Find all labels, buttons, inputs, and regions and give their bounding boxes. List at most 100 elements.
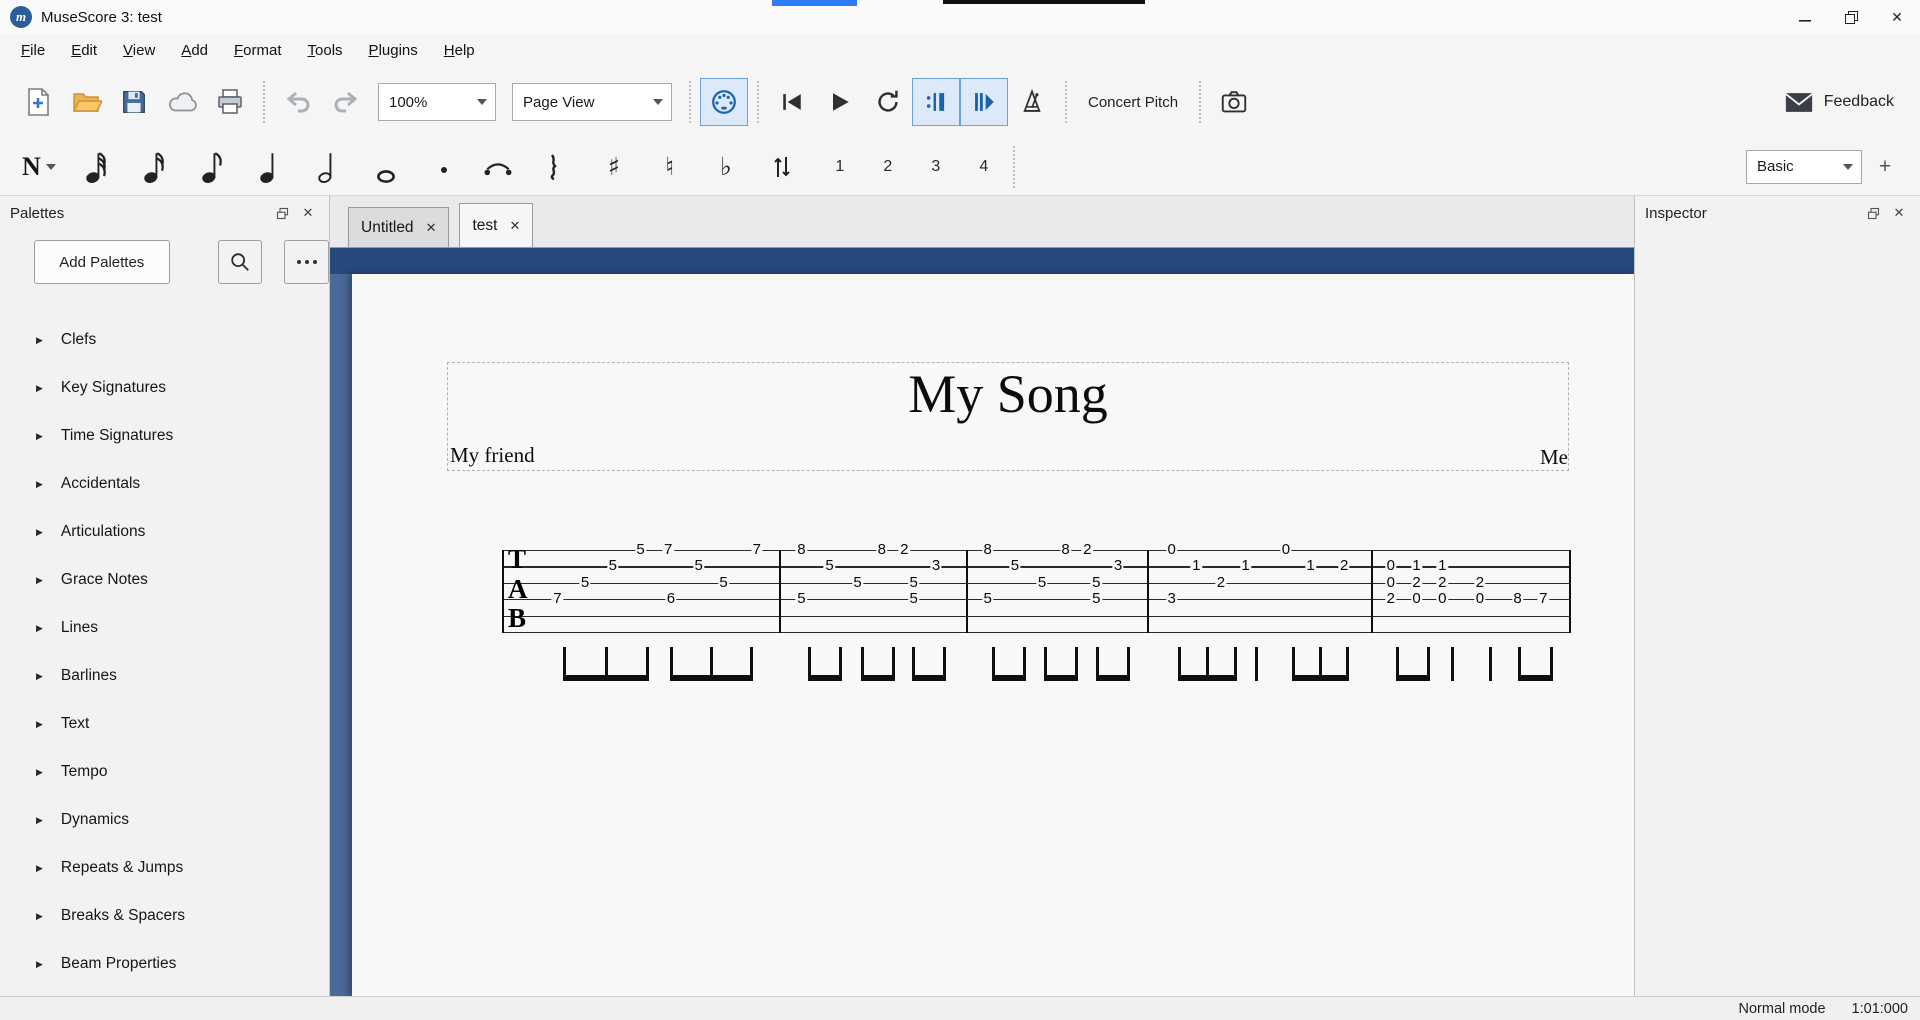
pan-score-toggle[interactable] — [960, 78, 1008, 126]
fret-number[interactable]: 5 — [1090, 591, 1102, 608]
fret-number[interactable]: 2 — [1338, 558, 1350, 575]
voice-4-button[interactable]: 4 — [964, 144, 1004, 190]
zoom-select[interactable]: 100% — [378, 83, 496, 121]
palette-item-breaks-spacers[interactable]: ▶ Breaks & Spacers — [0, 892, 329, 940]
fret-number[interactable]: 1 — [1436, 558, 1448, 575]
fret-number[interactable]: 2 — [1385, 591, 1397, 608]
fret-number[interactable]: 5 — [634, 542, 647, 558]
fret-number[interactable]: 0 — [1436, 591, 1448, 608]
note-16th-button[interactable] — [134, 144, 174, 190]
augmentation-dot-button[interactable] — [424, 144, 464, 190]
menu-add[interactable]: Add — [168, 37, 221, 64]
score-title[interactable]: My Song — [448, 363, 1568, 425]
zoom-dropdown-arrow[interactable] — [469, 84, 495, 120]
save-button[interactable] — [110, 78, 158, 126]
image-capture-button[interactable] — [1210, 78, 1258, 126]
fret-number[interactable]: 5 — [717, 575, 730, 591]
palette-item-accidentals[interactable]: ▶ Accidentals — [0, 460, 329, 508]
palette-more-button[interactable] — [284, 240, 329, 284]
fret-number[interactable]: 5 — [579, 575, 591, 591]
score-canvas[interactable]: My Song My friend Me 7555765578555825538… — [330, 248, 1634, 996]
tie-button[interactable] — [478, 144, 518, 190]
title-text-frame[interactable]: My Song My friend Me — [447, 362, 1569, 471]
palette-item-lines[interactable]: ▶ Lines — [0, 604, 329, 652]
menu-help[interactable]: Help — [431, 37, 488, 64]
score-page[interactable]: My Song My friend Me 7555765578555825538… — [352, 274, 1634, 996]
score-lyricist[interactable]: My friend — [450, 443, 535, 468]
fret-number[interactable]: 5 — [851, 575, 864, 591]
voice-3-button[interactable]: 3 — [916, 144, 956, 190]
score-composer[interactable]: Me — [1540, 445, 1568, 470]
palette-item-articulations[interactable]: ▶ Articulations — [0, 508, 329, 556]
fret-number[interactable]: 7 — [551, 591, 564, 608]
palette-item-time-signatures[interactable]: ▶ Time Signatures — [0, 412, 329, 460]
rewind-button[interactable] — [768, 78, 816, 126]
note-32nd-button[interactable] — [76, 144, 116, 190]
close-button[interactable]: ✕ — [1874, 0, 1920, 34]
fret-number[interactable]: 6 — [665, 591, 677, 608]
add-palettes-button[interactable]: Add Palettes — [34, 240, 170, 284]
inspector-undock-button[interactable] — [1860, 201, 1886, 225]
fret-number[interactable]: 5 — [692, 558, 705, 575]
palette-item-repeats-jumps[interactable]: ▶ Repeats & Jumps — [0, 844, 329, 892]
fret-number[interactable]: 5 — [823, 558, 836, 575]
document-tab-test[interactable]: test ✕ — [459, 203, 534, 247]
new-score-button[interactable] — [14, 78, 62, 126]
fret-number[interactable]: 5 — [907, 591, 920, 608]
palettes-undock-button[interactable] — [269, 201, 295, 225]
view-mode-select[interactable]: Page View — [512, 83, 672, 121]
fret-number[interactable]: 5 — [907, 575, 920, 591]
document-tab-untitled[interactable]: Untitled ✕ — [348, 207, 450, 247]
redo-button[interactable] — [322, 78, 370, 126]
fret-number[interactable]: 0 — [1385, 558, 1397, 575]
natural-button[interactable]: ♮ — [650, 144, 690, 190]
fret-number[interactable]: 8 — [1059, 542, 1072, 558]
tab-close-icon[interactable]: ✕ — [426, 220, 437, 236]
menu-tools[interactable]: Tools — [295, 37, 356, 64]
fret-number[interactable]: 0 — [1280, 542, 1292, 558]
palette-item-tempo[interactable]: ▶ Tempo — [0, 748, 329, 796]
fret-number[interactable]: 8 — [876, 542, 888, 558]
voice-2-button[interactable]: 2 — [868, 144, 908, 190]
fret-number[interactable]: 3 — [1112, 558, 1124, 575]
fret-number[interactable]: 8 — [795, 542, 808, 558]
menu-format[interactable]: Format — [221, 37, 295, 64]
play-button[interactable] — [816, 78, 864, 126]
workspace-dropdown-arrow[interactable] — [1835, 151, 1861, 183]
fret-number[interactable]: 1 — [1190, 558, 1202, 575]
fret-number[interactable]: 0 — [1165, 542, 1178, 558]
palette-item-key-signatures[interactable]: ▶ Key Signatures — [0, 364, 329, 412]
palette-item-barlines[interactable]: ▶ Barlines — [0, 652, 329, 700]
palette-search-button[interactable] — [217, 240, 263, 284]
new-workspace-button[interactable]: + — [1870, 152, 1900, 182]
note-half-button[interactable] — [308, 144, 348, 190]
fret-number[interactable]: 2 — [1436, 575, 1448, 591]
play-repeats-toggle[interactable] — [912, 78, 960, 126]
note-whole-button[interactable] — [366, 144, 406, 190]
fret-number[interactable]: 5 — [1090, 575, 1102, 591]
menu-plugins[interactable]: Plugins — [356, 37, 431, 64]
fret-number[interactable]: 1 — [1239, 558, 1252, 575]
rest-button[interactable] — [534, 144, 574, 190]
fret-number[interactable]: 2 — [1410, 575, 1423, 591]
fret-number[interactable]: 1 — [1304, 558, 1317, 575]
fret-number[interactable]: 0 — [1385, 575, 1397, 591]
fret-number[interactable]: 0 — [1474, 591, 1486, 608]
palette-item-clefs[interactable]: ▶ Clefs — [0, 316, 329, 364]
fret-number[interactable]: 3 — [1165, 591, 1178, 608]
note-eighth-button[interactable] — [192, 144, 232, 190]
palette-item-grace-notes[interactable]: ▶ Grace Notes — [0, 556, 329, 604]
palettes-close-button[interactable]: ✕ — [295, 201, 321, 225]
fret-number[interactable]: 8 — [982, 542, 994, 558]
feedback-button[interactable]: Feedback — [1784, 91, 1894, 114]
open-button[interactable] — [62, 78, 110, 126]
menu-file[interactable]: File — [8, 37, 58, 64]
note-quarter-button[interactable] — [250, 144, 290, 190]
fret-number[interactable]: 7 — [751, 542, 763, 558]
fret-number[interactable]: 7 — [662, 542, 674, 558]
fret-number[interactable]: 2 — [898, 542, 910, 558]
fret-number[interactable]: 8 — [1511, 591, 1524, 608]
flip-direction-button[interactable] — [762, 144, 802, 190]
fret-number[interactable]: 5 — [982, 591, 994, 608]
flat-button[interactable]: ♭ — [706, 144, 746, 190]
